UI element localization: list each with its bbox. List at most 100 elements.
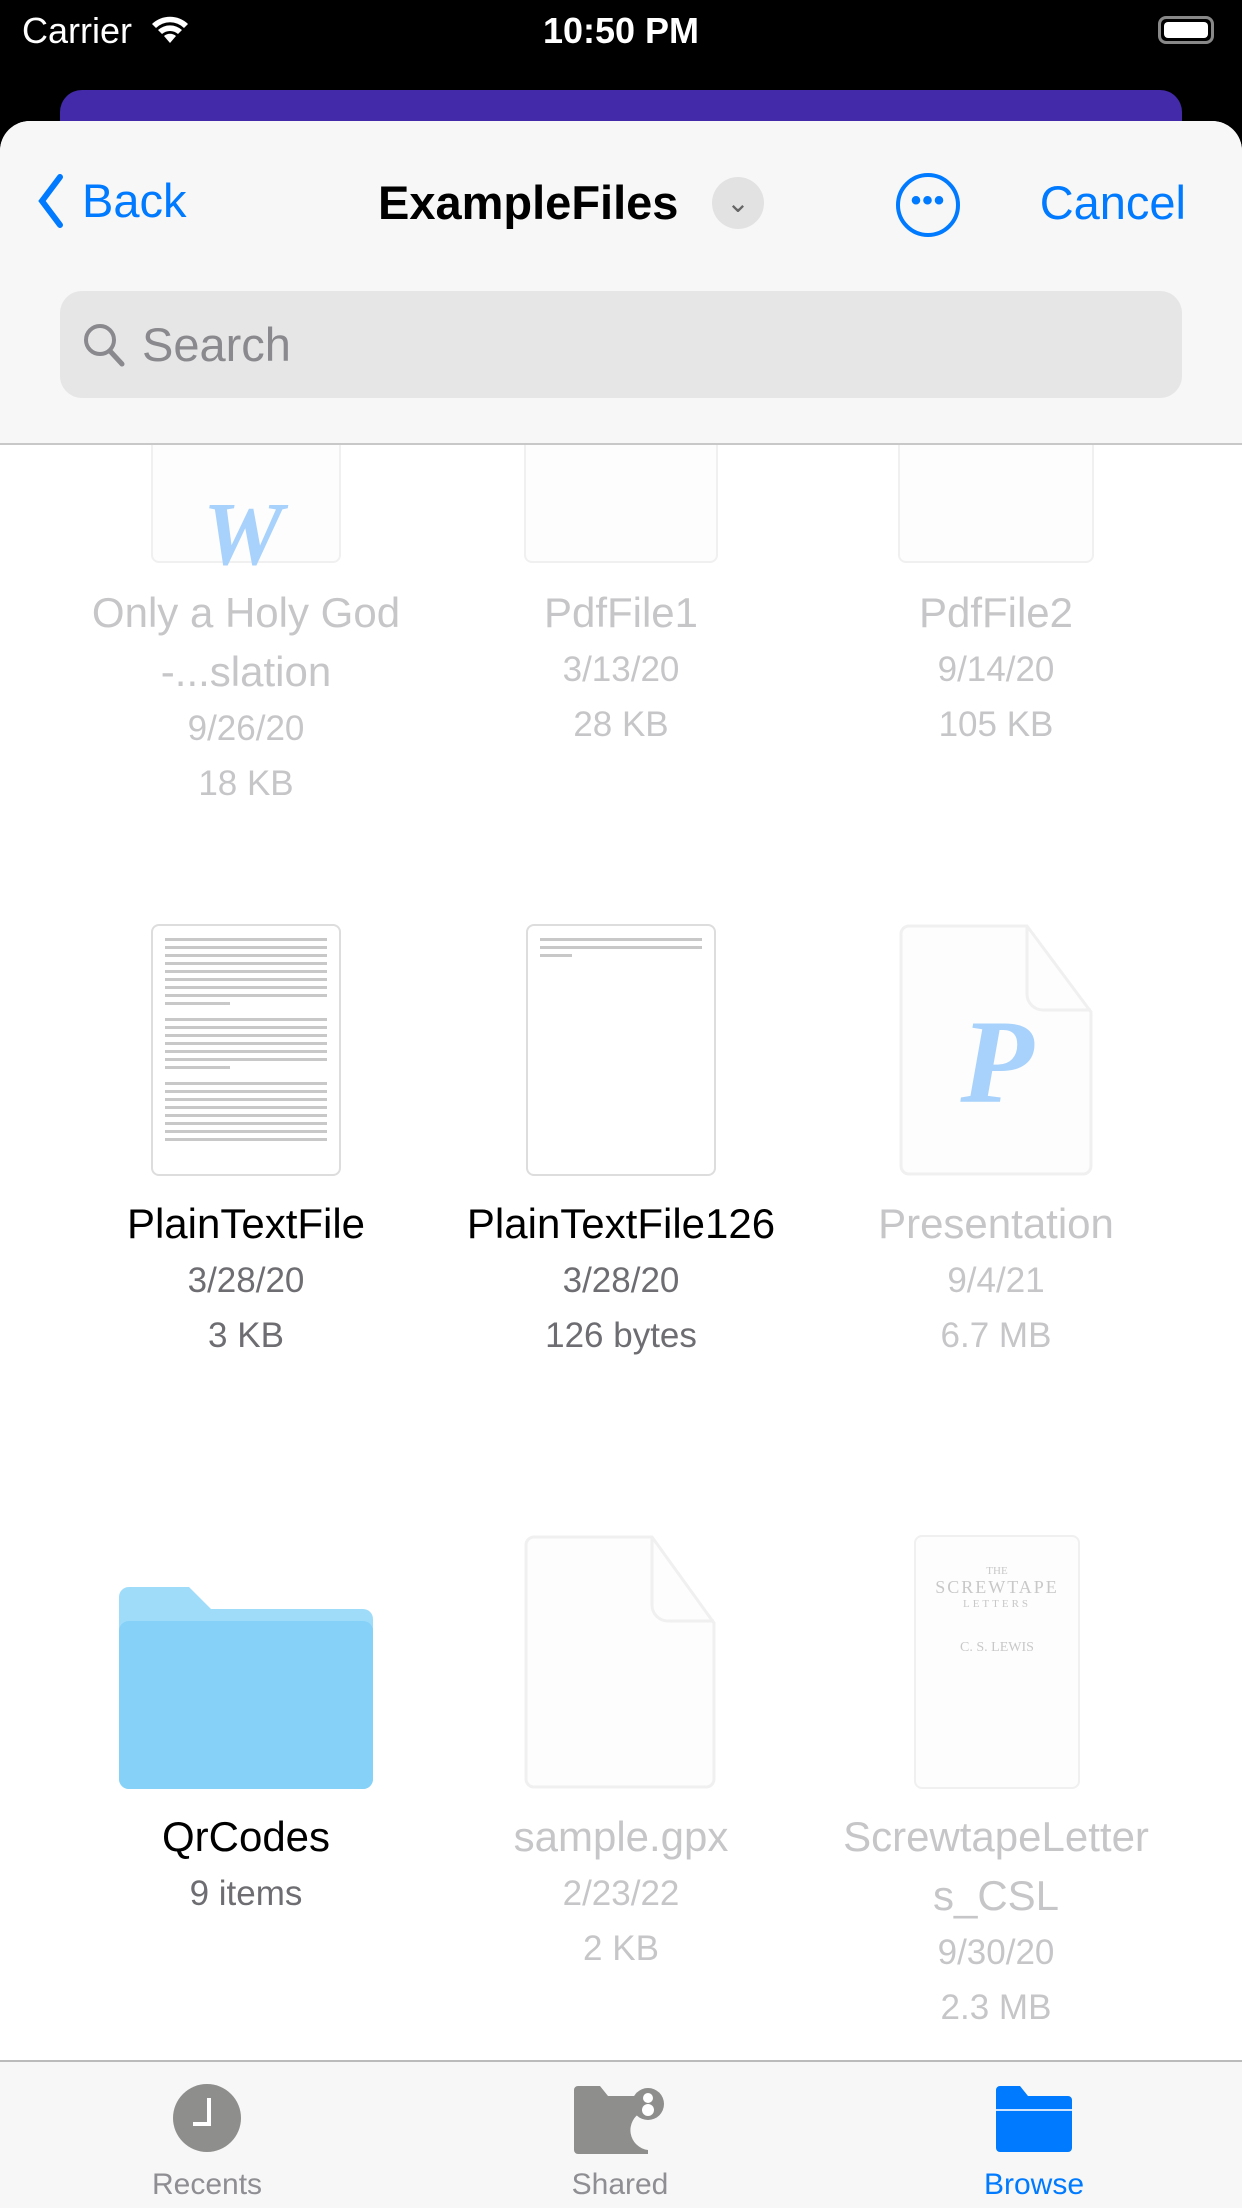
file-thumbnail-pdf[interactable]: THE SCREWTAPE LETTERS C. S. LEWIS: [914, 1535, 1080, 1789]
text-line: [165, 1042, 327, 1045]
text-line: [165, 1106, 327, 1109]
text-line: [165, 970, 327, 973]
file-item[interactable]: PlainTextFile 3/28/20 3 KB: [66, 1194, 426, 1363]
text-line: [165, 1026, 327, 1029]
tab-label: Recents: [151, 2168, 263, 2201]
file-item[interactable]: PdfFile1 3/13/20 28 KB: [441, 583, 801, 752]
text-line: [165, 994, 327, 997]
file-size: 2 KB: [583, 1929, 659, 1968]
file-item[interactable]: Presentation 9/4/21 6.7 MB: [816, 1194, 1176, 1363]
text-preview: [540, 938, 702, 962]
search-field[interactable]: [60, 291, 1182, 398]
clock-icon: [173, 2084, 241, 2152]
folder-item-count: 9 items: [189, 1874, 303, 1913]
cover-author: C. S. LEWIS: [960, 1640, 1034, 1655]
file-date: 9/4/21: [947, 1261, 1045, 1300]
cancel-button[interactable]: Cancel: [1040, 175, 1186, 230]
battery-icon: [1158, 16, 1214, 44]
file-name: PdfFile1: [543, 589, 699, 636]
text-line: [165, 1050, 327, 1053]
text-line: [165, 954, 327, 957]
ellipsis-circle-icon[interactable]: •••: [896, 173, 960, 237]
file-size: 28 KB: [573, 705, 669, 744]
file-item[interactable]: PdfFile2 9/14/20 105 KB: [816, 583, 1176, 752]
text-line: [165, 946, 327, 949]
file-item[interactable]: PlainTextFile126 3/28/20 126 bytes: [441, 1194, 801, 1363]
text-line: [165, 1002, 230, 1005]
word-w-icon: W: [203, 485, 284, 584]
file-size: 126 bytes: [545, 1316, 697, 1355]
text-line: [165, 1130, 327, 1133]
generic-document-icon: [524, 1535, 716, 1789]
text-line: [165, 1090, 327, 1093]
shared-folder-icon: [574, 2086, 664, 2154]
file-thumbnail-text[interactable]: [151, 924, 341, 1176]
file-thumbnail-text[interactable]: [526, 924, 716, 1176]
file-date: 3/28/20: [187, 1261, 305, 1300]
text-line: [165, 1098, 327, 1101]
file-size: 105 KB: [938, 705, 1054, 744]
folder-item[interactable]: QrCodes 9 items: [66, 1807, 426, 1921]
cover-text: THE: [986, 1565, 1008, 1577]
chevron-down-icon[interactable]: ⌄: [712, 177, 764, 229]
file-picker-sheet: Back ExampleFiles ⌄ ••• Cancel W Only a …: [0, 121, 1242, 2208]
cover-text: LETTERS: [962, 1598, 1032, 1610]
text-line: [165, 1122, 327, 1125]
svg-text:P: P: [959, 995, 1035, 1128]
text-line: [165, 1018, 327, 1021]
clock-time: 10:50 PM: [542, 10, 700, 51]
file-size: 3 KB: [208, 1316, 284, 1355]
search-input[interactable]: [142, 317, 1042, 372]
back-label: Back: [82, 174, 187, 227]
folder-title[interactable]: ExampleFiles: [378, 175, 678, 230]
tab-browse[interactable]: Browse: [934, 2082, 1134, 2202]
tab-recents[interactable]: Recents: [107, 2082, 307, 2202]
tab-shared[interactable]: Shared: [520, 2082, 720, 2202]
file-date: 2/23/22: [562, 1874, 680, 1913]
text-line: [165, 986, 327, 989]
file-name: PlainTextFile126: [466, 1200, 776, 1247]
file-name: Only a Holy God -...slation: [91, 589, 401, 695]
file-name: PdfFile2: [918, 589, 1074, 636]
status-bar: Carrier 10:50 PM: [0, 0, 1242, 64]
file-date: 3/28/20: [562, 1261, 680, 1300]
folder-icon: [996, 2086, 1072, 2152]
file-name: ScrewtapeLetters_CSL: [843, 1813, 1149, 1919]
text-line: [165, 1058, 327, 1061]
file-item[interactable]: Only a Holy God -...slation 9/26/20 18 K…: [66, 583, 426, 811]
folder-icon: [119, 1587, 373, 1789]
file-date: 3/13/20: [562, 650, 680, 689]
file-size: 18 KB: [198, 764, 294, 803]
text-line: [165, 978, 327, 981]
file-size: 6.7 MB: [940, 1316, 1052, 1355]
file-date: 9/14/20: [937, 650, 1055, 689]
text-line: [165, 1114, 327, 1117]
text-line: [165, 1138, 327, 1141]
text-line: [165, 1082, 327, 1085]
navigation-header: Back ExampleFiles ⌄ ••• Cancel: [0, 121, 1242, 445]
chevron-left-icon: [38, 173, 63, 228]
cover-text: SCREWTAPE: [935, 1577, 1059, 1597]
keynote-document-icon: P: [899, 924, 1093, 1176]
file-name: Presentation: [878, 1200, 1114, 1247]
folder-name: QrCodes: [161, 1813, 331, 1860]
file-size: 2.3 MB: [940, 1988, 1052, 2027]
text-line: [165, 1010, 327, 1013]
file-date: 9/30/20: [937, 1933, 1055, 1972]
search-icon: [84, 323, 125, 366]
file-name: sample.gpx: [513, 1813, 729, 1860]
text-line: [165, 1034, 327, 1037]
file-name: PlainTextFile: [126, 1200, 366, 1247]
tab-label: Shared: [571, 2168, 669, 2201]
file-item[interactable]: ScrewtapeLetters_CSL 9/30/20 2.3 MB: [836, 1807, 1156, 2035]
tab-label: Browse: [983, 2168, 1085, 2201]
file-date: 9/26/20: [187, 709, 305, 748]
file-item[interactable]: sample.gpx 2/23/22 2 KB: [441, 1807, 801, 1976]
tab-bar: Recents Shared Browse: [0, 2060, 1242, 2208]
back-button[interactable]: Back: [38, 173, 187, 228]
text-line: [165, 1066, 230, 1069]
text-line: [165, 962, 327, 965]
text-preview: [165, 938, 327, 1146]
text-line: [165, 1074, 327, 1077]
text-line: [165, 938, 327, 941]
